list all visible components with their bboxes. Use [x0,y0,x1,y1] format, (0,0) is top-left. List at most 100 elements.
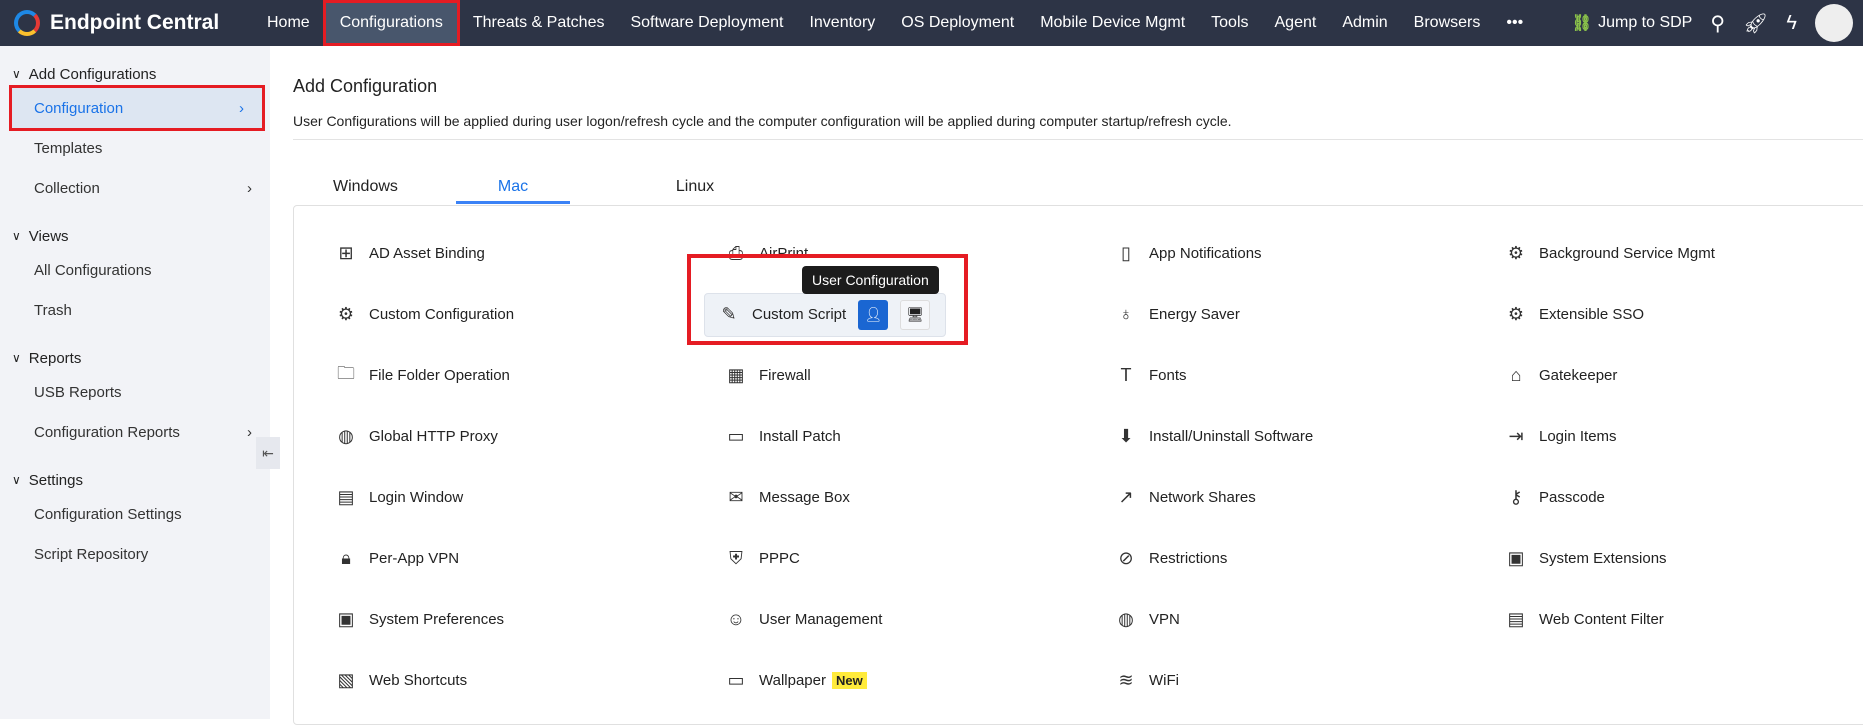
config-item-system-extensions[interactable]: ▣ System Extensions [1504,528,1863,589]
nav-admin[interactable]: Admin [1329,0,1400,46]
config-item-ad-asset-binding[interactable]: ⊞ AD Asset Binding [334,223,724,284]
tab-linux[interactable]: Linux [610,172,780,204]
chevron-right-icon: › [239,99,244,117]
config-item-system-preferences[interactable]: ▣ System Preferences [334,589,724,650]
nav-inventory[interactable]: Inventory [796,0,888,46]
item-label: Script Repository [34,545,149,563]
wallpaper-icon: ▭ [727,670,745,690]
config-item-wifi[interactable]: ≋ WiFi [1114,650,1504,711]
item-label: Configuration Settings [34,505,182,523]
tooltip: User Configuration [802,266,939,294]
nav-home[interactable]: Home [254,0,323,46]
app-name: Endpoint Central [50,11,220,34]
nav-os-deployment[interactable]: OS Deployment [888,0,1027,46]
config-item-message-box[interactable]: ✉ Message Box [724,467,1114,528]
jump-to-sdp-button[interactable]: ⛓ Jump to SDP [1572,13,1693,33]
app-notifications-icon: ▯ [1121,243,1131,263]
config-item-restrictions[interactable]: ⊘ Restrictions [1114,528,1504,589]
install-patch-icon: ▭ [727,426,745,446]
chevron-down-icon: ∨ [12,473,21,487]
section-reports[interactable]: ∨ Reports [0,344,270,372]
config-item-extensible-sso[interactable]: ⚙ Extensible SSO [1504,284,1863,345]
nav-mobile-device-mgmt[interactable]: Mobile Device Mgmt [1027,0,1198,46]
config-item-passcode[interactable]: ⚷ Passcode [1504,467,1863,528]
sidebar-item-usb-reports[interactable]: USB Reports [0,372,270,412]
config-item-label: Login Window [369,489,464,506]
config-item-background-service-mgmt[interactable]: ⚙ Background Service Mgmt [1504,223,1863,284]
sidebar-item-configuration[interactable]: Configuration › [9,85,265,131]
sidebar-item-configuration-settings[interactable]: Configuration Settings [0,494,270,534]
config-item-app-notifications[interactable]: ▯ App Notifications [1114,223,1504,284]
config-item-wallpaper[interactable]: ▭ Wallpaper New [724,650,1114,711]
background-service-mgmt-icon: ⚙ [1507,243,1525,263]
app-logo[interactable]: Endpoint Central [14,10,254,36]
sidebar-item-configuration-reports[interactable]: Configuration Reports › [0,412,270,452]
config-item-energy-saver[interactable]: ♁ Energy Saver [1114,284,1504,345]
config-item-pppc[interactable]: ⛨ PPPC [724,528,1114,589]
section-title: Views [28,227,69,245]
per-app-vpn-icon: 🔒︎ [341,548,351,568]
config-item-network-shares[interactable]: ↗ Network Shares [1114,467,1504,528]
nav-browsers[interactable]: Browsers [1401,0,1494,46]
nav-software-deployment[interactable]: Software Deployment [617,0,796,46]
sidebar-item-templates[interactable]: Templates [0,128,270,168]
config-item-user-management[interactable]: ☺ User Management [724,589,1114,650]
sidebar: ∨ Add Configurations Configuration › Templ… [0,46,270,719]
vpn-icon: ◍ [1118,609,1134,629]
config-item-label: Firewall [759,367,811,384]
avatar[interactable] [1815,4,1853,42]
sidebar-item-script-repository[interactable]: Script Repository [0,534,270,574]
config-item-login-window[interactable]: ▤ Login Window [334,467,724,528]
nav-tools[interactable]: Tools [1198,0,1261,46]
config-item-label: Web Shortcuts [369,672,468,689]
main-nav: Home Configurations Threats & Patches Softw… [254,0,1536,46]
sidebar-item-collection[interactable]: Collection › [0,168,270,208]
ad-asset-binding-icon: ⊞ [338,243,354,263]
search-icon[interactable]: ⚲ [1710,11,1725,36]
energy-saver-icon: ♁ [1119,304,1133,324]
sidebar-item-trash[interactable]: Trash [0,290,270,330]
sidebar-item-all-configurations[interactable]: All Configurations [0,250,270,290]
config-item-custom-configuration[interactable]: ⚙ Custom Configuration [334,284,724,345]
config-item-install-patch[interactable]: ▭ Install Patch [724,406,1114,467]
config-item-label: Passcode [1539,489,1605,506]
jump-label: Jump to SDP [1598,14,1693,31]
config-item-file-folder-operation[interactable]: 🗀︎ File Folder Operation [334,345,724,406]
config-item-gatekeeper[interactable]: ⌂ Gatekeeper [1504,345,1863,406]
config-item-web-shortcuts[interactable]: ▧ Web Shortcuts [334,650,724,711]
nav-agent[interactable]: Agent [1262,0,1330,46]
tab-windows[interactable]: Windows [293,172,439,204]
config-item-label: Wallpaper [759,672,826,689]
chevron-down-icon: ∨ [12,229,21,243]
nav-configurations[interactable]: Configurations [322,0,460,46]
config-item-per-app-vpn[interactable]: 🔒︎ Per-App VPN [334,528,724,589]
sdp-link-icon: ⛓ [1571,15,1593,32]
section-add-configurations[interactable]: ∨ Add Configurations [0,60,270,88]
config-item-label: Gatekeeper [1539,367,1618,384]
collapse-sidebar-icon[interactable]: ⇤ [256,437,280,469]
rocket-icon[interactable]: 🚀︎ [1743,11,1768,36]
section-views[interactable]: ∨ Views [0,222,270,250]
chevron-right-icon: › [247,423,252,441]
config-item-fonts[interactable]: T Fonts [1114,345,1504,406]
tab-mac[interactable]: Mac [456,172,570,204]
config-item-label: PPPC [759,550,800,567]
config-item-login-items[interactable]: ⇥ Login Items [1504,406,1863,467]
config-item-label: Global HTTP Proxy [369,428,498,445]
config-item-label: Login Items [1539,428,1617,445]
nav-threats-patches[interactable]: Threats & Patches [460,0,618,46]
config-item-vpn[interactable]: ◍ VPN [1114,589,1504,650]
more-menu-button[interactable]: ••• [1493,0,1536,46]
config-item-global-http-proxy[interactable]: ◍ Global HTTP Proxy [334,406,724,467]
config-item-label: Background Service Mgmt [1539,245,1715,262]
config-item-firewall[interactable]: ▦ Firewall [724,345,1114,406]
web-content-filter-icon: ▤ [1507,609,1525,629]
config-item-install-uninstall-software[interactable]: ⬇ Install/Uninstall Software [1114,406,1504,467]
configuration-panel: ⊞ AD Asset Binding ⎙ AirPrint ▯ App Notificat… [293,205,1863,725]
lightning-icon[interactable]: ϟ [1786,12,1797,35]
file-folder-operation-icon: 🗀︎ [337,362,355,383]
network-shares-icon: ↗ [1118,487,1134,507]
config-item-web-content-filter[interactable]: ▤ Web Content Filter [1504,589,1863,650]
config-item-label: Per-App VPN [369,550,460,567]
section-settings[interactable]: ∨ Settings [0,466,270,494]
